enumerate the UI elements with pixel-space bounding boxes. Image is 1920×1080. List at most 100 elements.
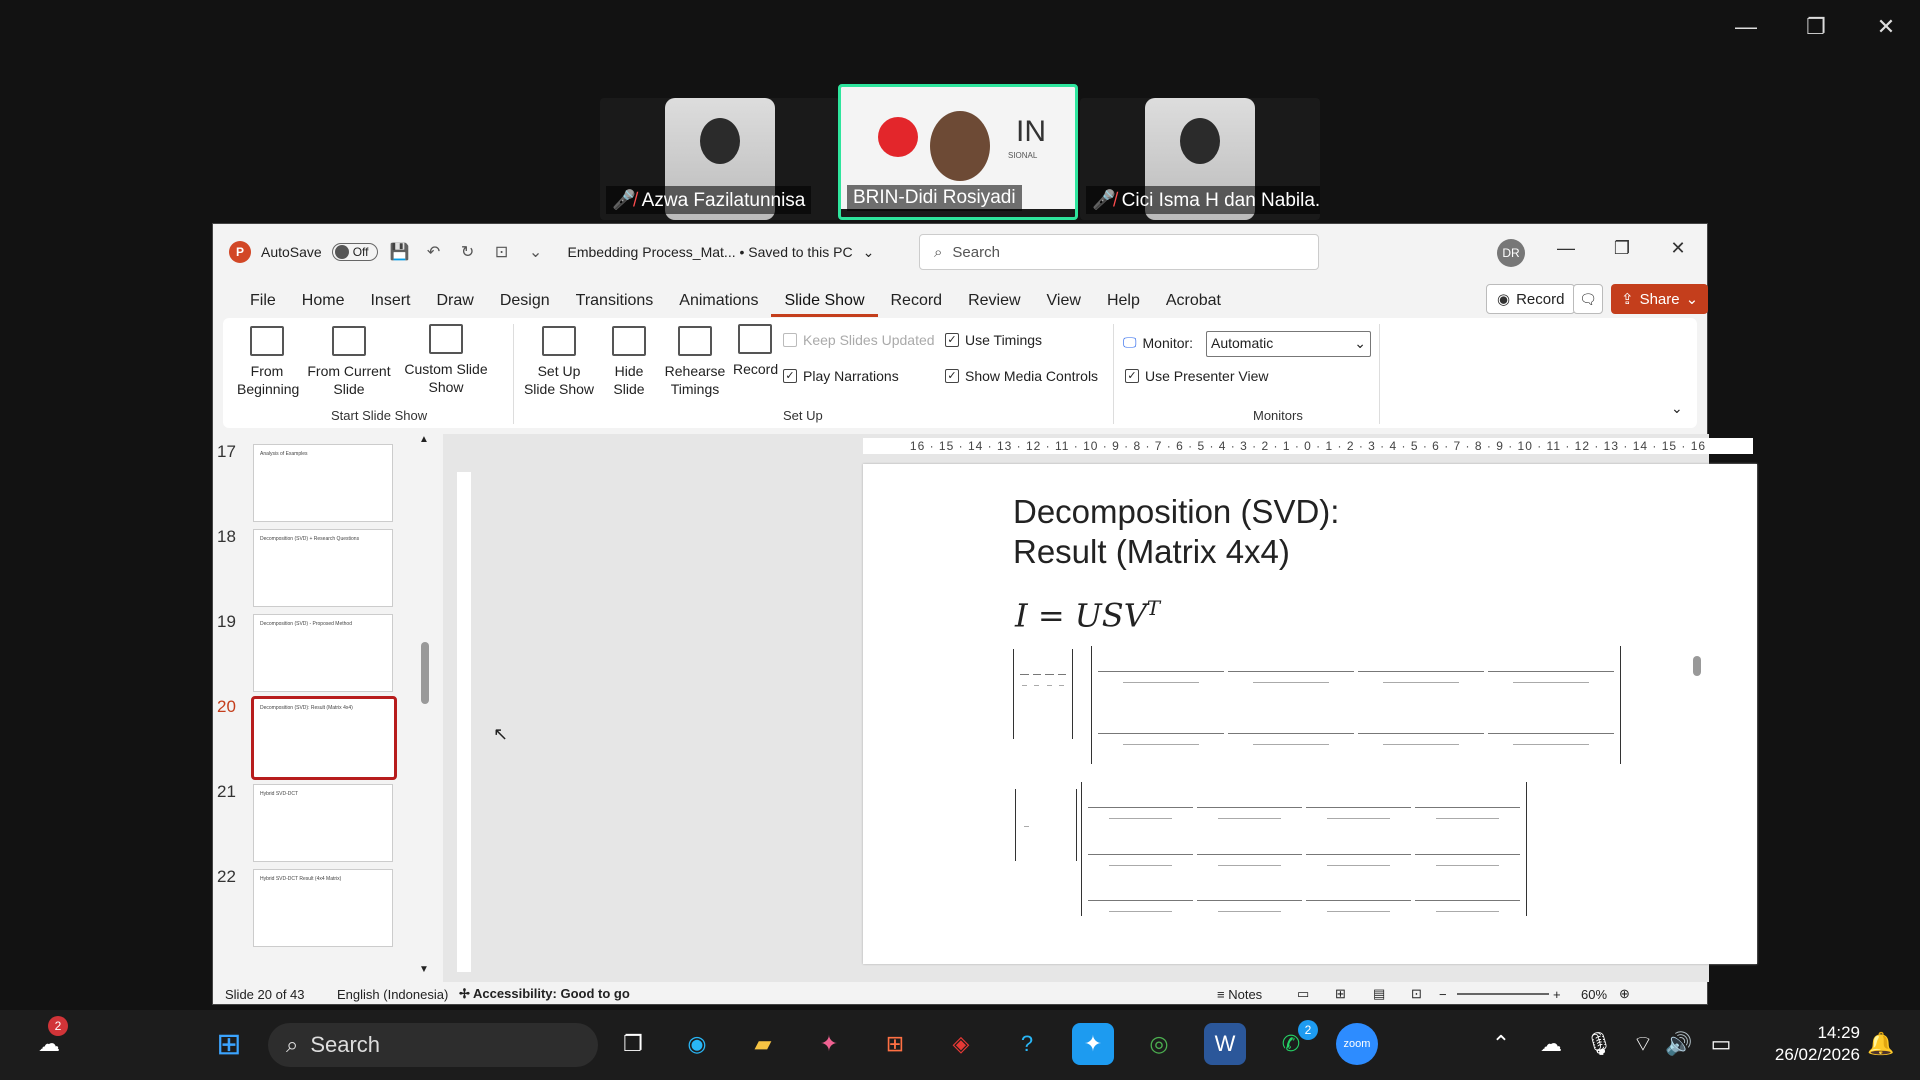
slide-thumbnail[interactable]: Hybrid SVD-DCT Result (4x4 Matrix) [253, 869, 393, 947]
tab-animations[interactable]: Animations [666, 288, 771, 317]
tab-help[interactable]: Help [1094, 288, 1153, 317]
twitter-icon[interactable]: ✦ [1072, 1023, 1114, 1065]
zoom-out-icon[interactable]: − [1439, 987, 1447, 1002]
help-icon[interactable]: ? [1006, 1023, 1048, 1065]
from-beginning-button[interactable]: From Beginning [237, 326, 299, 398]
participant-tile-3[interactable]: 🎤̸ Cici Isma H dan Nabila... [1080, 98, 1320, 220]
show-media-controls-checkbox[interactable]: ✓ Show Media Controls [945, 368, 1098, 384]
word-icon[interactable]: W [1204, 1023, 1246, 1065]
slide-thumbnail-pane: 17 Analysis of Examples 18 Decomposition… [213, 434, 423, 982]
copilot-icon[interactable]: ✦ [808, 1023, 850, 1065]
slide-equation[interactable]: I = USVT [1015, 596, 1160, 635]
check-icon: ✓ [945, 369, 959, 383]
task-view-icon[interactable]: ❐ [612, 1023, 654, 1065]
monitor-select[interactable]: Automatic ⌄ [1206, 331, 1371, 357]
participant-tile-active[interactable]: IN SIONAL BRIN-Didi Rosiyadi [838, 84, 1078, 220]
chrome-icon[interactable]: ◎ [1138, 1023, 1180, 1065]
onedrive-icon[interactable]: ☁ [1530, 1023, 1572, 1065]
record-button[interactable]: ◉ Record [1486, 284, 1576, 314]
zoom-level[interactable]: 60% [1581, 987, 1607, 1002]
mcafee-icon[interactable]: ◈ [940, 1023, 982, 1065]
save-icon[interactable]: 💾 [388, 242, 412, 262]
matrix-s-diagonal [1015, 789, 1077, 861]
search-box[interactable]: ⌕ Search [919, 234, 1319, 270]
edge-icon[interactable]: ◉ [676, 1023, 718, 1065]
minimize-button[interactable]: — [1551, 238, 1581, 259]
notifications-icon[interactable]: 🔔 [1860, 1023, 1902, 1065]
editor-scrollbar[interactable] [1693, 656, 1701, 676]
collapse-ribbon-icon[interactable]: ⌄ [1671, 400, 1683, 417]
zoom-minimize-button[interactable]: — [1726, 14, 1766, 40]
accessibility-status[interactable]: ✢ Accessibility: Good to go [459, 986, 630, 1002]
zoom-slider[interactable] [1457, 993, 1549, 995]
zoom-icon[interactable]: zoom [1336, 1023, 1378, 1065]
chevron-down-icon[interactable]: ⌄ [863, 244, 875, 261]
slide-thumbnail[interactable]: Decomposition (SVD) + Research Questions [253, 529, 393, 607]
document-title[interactable]: Embedding Process_Mat... • Saved to this… [568, 244, 853, 260]
play-narrations-checkbox[interactable]: ✓ Play Narrations [783, 368, 899, 384]
zoom-close-button[interactable]: ✕ [1866, 14, 1906, 40]
search-input[interactable]: Search [952, 244, 1000, 261]
hide-slide-button[interactable]: Hide Slide [605, 326, 653, 398]
thumbnail-scrollbar[interactable] [421, 642, 429, 704]
tab-file[interactable]: File [237, 288, 289, 317]
slide-thumbnail-selected[interactable]: Decomposition (SVD): Result (Matrix 4x4) [251, 696, 397, 780]
tab-review[interactable]: Review [955, 288, 1033, 317]
share-button[interactable]: ⇪ Share ⌄ [1611, 284, 1709, 314]
restore-button[interactable]: ❐ [1607, 238, 1637, 259]
undo-icon[interactable]: ↶ [422, 242, 446, 262]
file-explorer-icon[interactable]: ▰ [742, 1023, 784, 1065]
custom-slide-show-button[interactable]: Custom Slide Show [401, 324, 491, 396]
rehearse-timings-button[interactable]: Rehearse Timings [663, 326, 727, 398]
fit-slide-icon[interactable]: ⊕ [1619, 986, 1630, 1002]
battery-icon[interactable]: ▭ [1700, 1023, 1742, 1065]
tab-home[interactable]: Home [289, 288, 358, 317]
scroll-down-icon[interactable]: ▼ [419, 964, 429, 975]
slide-counter[interactable]: Slide 20 of 43 [225, 987, 305, 1002]
slide-thumbnail[interactable]: Hybrid SVD-DCT [253, 784, 393, 862]
tab-acrobat[interactable]: Acrobat [1153, 288, 1234, 317]
hide-slide-icon [612, 326, 646, 356]
tab-view[interactable]: View [1034, 288, 1094, 317]
reading-view-icon[interactable]: ▤ [1373, 986, 1385, 1002]
tab-slide-show[interactable]: Slide Show [771, 288, 878, 317]
tab-design[interactable]: Design [487, 288, 563, 317]
tab-transitions[interactable]: Transitions [563, 288, 667, 317]
slide-sorter-icon[interactable]: ⊞ [1335, 986, 1346, 1002]
slide-thumbnail[interactable]: Decomposition (SVD) - Proposed Method [253, 614, 393, 692]
use-presenter-view-checkbox[interactable]: ✓ Use Presenter View [1125, 368, 1268, 384]
slide-thumbnail[interactable]: Analysis of Examples [253, 444, 393, 522]
windows-start-icon[interactable]: ⊞ [208, 1023, 250, 1065]
taskbar-clock[interactable]: 14:29 26/02/2026 [1775, 1022, 1860, 1066]
close-button[interactable]: ✕ [1663, 238, 1693, 259]
ribbon-tabs: File Home Insert Draw Design Transitions… [237, 288, 1234, 317]
tab-draw[interactable]: Draw [423, 288, 486, 317]
present-icon[interactable]: ⊡ [490, 242, 514, 262]
redo-icon[interactable]: ↻ [456, 242, 480, 262]
taskbar-search[interactable]: ⌕ Search [268, 1023, 598, 1067]
use-timings-checkbox[interactable]: ✓ Use Timings [945, 332, 1042, 348]
language-indicator[interactable]: English (Indonesia) [337, 987, 448, 1002]
current-slide[interactable]: Decomposition (SVD): Result (Matrix 4x4)… [863, 464, 1757, 964]
set-up-slide-show-button[interactable]: Set Up Slide Show [521, 326, 597, 398]
slide-show-view-icon[interactable]: ⊡ [1411, 986, 1422, 1002]
user-avatar[interactable]: DR [1497, 239, 1525, 267]
comments-button[interactable]: 🗨 [1573, 284, 1603, 314]
normal-view-icon[interactable]: ▭ [1297, 986, 1309, 1002]
slide-title[interactable]: Decomposition (SVD): Result (Matrix 4x4) [1013, 492, 1339, 572]
autosave-toggle[interactable]: Off [331, 243, 378, 261]
volume-icon[interactable]: 🔊 [1658, 1023, 1700, 1065]
customize-toolbar-icon[interactable]: ⌄ [524, 242, 548, 262]
zoom-in-icon[interactable]: + [1553, 987, 1561, 1002]
microsoft-store-icon[interactable]: ⊞ [874, 1023, 916, 1065]
from-current-slide-button[interactable]: From Current Slide [307, 326, 391, 398]
record-slide-show-button[interactable]: Record [733, 324, 778, 378]
show-hidden-icons-icon[interactable]: ⌃ [1480, 1023, 1522, 1065]
zoom-restore-button[interactable]: ❐ [1796, 14, 1836, 40]
tab-insert[interactable]: Insert [357, 288, 423, 317]
participant-tile-1[interactable]: 🎤̸ Azwa Fazilatunnisa [600, 98, 840, 220]
tab-record[interactable]: Record [878, 288, 956, 317]
notes-button[interactable]: ≡ Notes [1217, 987, 1262, 1002]
microphone-icon[interactable]: 🎙 [1578, 1023, 1620, 1065]
scroll-up-icon[interactable]: ▲ [419, 434, 429, 445]
